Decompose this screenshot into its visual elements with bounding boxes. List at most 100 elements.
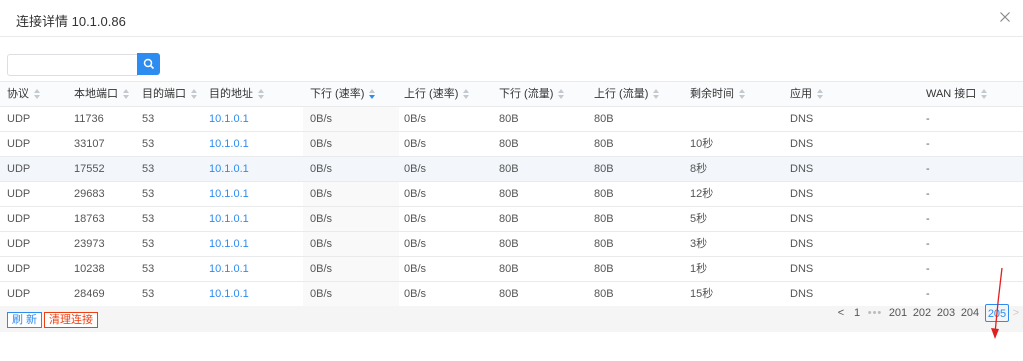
next-page-button[interactable]: > xyxy=(1011,304,1021,322)
search-icon xyxy=(143,58,154,70)
protocol-cell: UDP xyxy=(7,113,31,125)
down-rate-cell: 0B/s xyxy=(310,288,333,300)
column-header[interactable]: 剩余时间 xyxy=(690,82,746,107)
dest-port-cell: 53 xyxy=(142,238,155,250)
page-203[interactable]: 203 xyxy=(935,304,957,322)
down-traffic-cell: 80B xyxy=(499,263,519,275)
refresh-button[interactable]: 刷 新 xyxy=(7,312,43,328)
local-port-cell: 23973 xyxy=(74,238,105,250)
up-rate-cell: 0B/s xyxy=(404,138,427,150)
up-traffic-cell: 80B xyxy=(594,163,614,175)
protocol-cell: UDP xyxy=(7,213,31,225)
close-icon[interactable] xyxy=(997,9,1013,25)
column-header[interactable]: 应用 xyxy=(790,82,824,107)
remaining-time-cell: 12秒 xyxy=(690,188,714,200)
column-header[interactable]: 上行 (流量) xyxy=(594,82,660,107)
application-cell: DNS xyxy=(790,213,814,225)
column-header[interactable]: 本地端口 xyxy=(74,82,130,107)
up-rate-cell: 0B/s xyxy=(404,213,427,225)
column-header[interactable]: 目的地址 xyxy=(209,82,265,107)
up-traffic-cell: 80B xyxy=(594,238,614,250)
column-header[interactable]: 协议 xyxy=(7,82,41,107)
clear-connections-button[interactable]: 清理连接 xyxy=(44,312,98,328)
dest-address-cell[interactable]: 10.1.0.1 xyxy=(209,232,249,257)
up-traffic-cell: 80B xyxy=(594,138,614,150)
wan-interface-cell: - xyxy=(926,138,930,150)
down-rate-cell: 0B/s xyxy=(310,113,333,125)
dest-address-cell[interactable]: 10.1.0.1 xyxy=(209,132,249,157)
wan-interface-cell: - xyxy=(926,213,930,225)
down-traffic-cell: 80B xyxy=(499,163,519,175)
down-traffic-cell: 80B xyxy=(499,288,519,300)
page-201[interactable]: 201 xyxy=(887,304,909,322)
application-cell: DNS xyxy=(790,138,814,150)
down-rate-cell: 0B/s xyxy=(310,188,333,200)
page-ellipsis[interactable]: ••• xyxy=(866,304,884,322)
table-row: UDP 33107 53 10.1.0.1 0B/s 0B/s 80B 80B 10秒 DNS - xyxy=(0,132,1023,157)
sort-icon[interactable] xyxy=(463,89,470,100)
dest-port-cell: 53 xyxy=(142,213,155,225)
table-row: UDP 29683 53 10.1.0.1 0B/s 0B/s 80B 80B 12秒 DNS - xyxy=(0,182,1023,207)
remaining-time-cell: 3秒 xyxy=(690,238,708,250)
table-row: UDP 11736 53 10.1.0.1 0B/s 0B/s 80B 80B DNS - xyxy=(0,107,1023,132)
search-input[interactable] xyxy=(7,54,138,76)
sort-icon[interactable] xyxy=(739,89,746,100)
sort-icon[interactable] xyxy=(369,89,376,100)
up-traffic-cell: 80B xyxy=(594,213,614,225)
down-rate-cell: 0B/s xyxy=(310,138,333,150)
column-header[interactable]: 下行 (速率) xyxy=(310,82,376,107)
dest-address-cell[interactable]: 10.1.0.1 xyxy=(209,282,249,307)
sort-icon[interactable] xyxy=(653,89,660,100)
down-traffic-cell: 80B xyxy=(499,188,519,200)
sort-icon[interactable] xyxy=(817,89,824,100)
page-1[interactable]: 1 xyxy=(851,304,863,322)
up-traffic-cell: 80B xyxy=(594,188,614,200)
application-cell: DNS xyxy=(790,288,814,300)
up-rate-cell: 0B/s xyxy=(404,263,427,275)
application-cell: DNS xyxy=(790,188,814,200)
dest-address-cell[interactable]: 10.1.0.1 xyxy=(209,107,249,132)
dest-port-cell: 53 xyxy=(142,188,155,200)
column-header[interactable]: WAN 接口 xyxy=(926,82,988,107)
remaining-time-cell: 10秒 xyxy=(690,138,714,150)
sort-icon[interactable] xyxy=(123,89,130,100)
dest-port-cell: 53 xyxy=(142,288,155,300)
search-button[interactable] xyxy=(137,53,160,75)
column-header[interactable]: 目的端口 xyxy=(142,82,198,107)
local-port-cell: 10238 xyxy=(74,263,105,275)
local-port-cell: 11736 xyxy=(74,113,104,125)
dest-address-cell[interactable]: 10.1.0.1 xyxy=(209,207,249,232)
down-rate-cell: 0B/s xyxy=(310,163,333,175)
sort-icon[interactable] xyxy=(558,89,565,100)
prev-page-button[interactable]: < xyxy=(835,304,847,322)
protocol-cell: UDP xyxy=(7,188,31,200)
local-port-cell: 29683 xyxy=(74,188,105,200)
dest-address-cell[interactable]: 10.1.0.1 xyxy=(209,157,249,182)
connections-table: 协议 本地端口 目的端口 目的地址 下行 (速率) 上行 (速率) 下行 (流量… xyxy=(0,81,1023,307)
dest-port-cell: 53 xyxy=(142,163,155,175)
sort-icon[interactable] xyxy=(258,89,265,100)
dest-port-cell: 53 xyxy=(142,263,155,275)
page-205-current[interactable]: 205 xyxy=(985,304,1009,322)
local-port-cell: 28469 xyxy=(74,288,105,300)
application-cell: DNS xyxy=(790,113,814,125)
modal-header: 连接详情 10.1.0.86 xyxy=(0,0,1023,37)
wan-interface-cell: - xyxy=(926,163,930,175)
page-204[interactable]: 204 xyxy=(959,304,981,322)
up-rate-cell: 0B/s xyxy=(404,188,427,200)
down-traffic-cell: 80B xyxy=(499,138,519,150)
sort-icon[interactable] xyxy=(34,89,41,100)
table-header: 协议 本地端口 目的端口 目的地址 下行 (速率) 上行 (速率) 下行 (流量… xyxy=(0,82,1023,107)
dest-port-cell: 53 xyxy=(142,138,155,150)
dest-address-cell[interactable]: 10.1.0.1 xyxy=(209,182,249,207)
modal-title: 连接详情 10.1.0.86 xyxy=(16,14,126,29)
page-202[interactable]: 202 xyxy=(911,304,933,322)
column-header[interactable]: 上行 (速率) xyxy=(404,82,470,107)
down-traffic-cell: 80B xyxy=(499,113,519,125)
column-header[interactable]: 下行 (流量) xyxy=(499,82,565,107)
down-rate-cell: 0B/s xyxy=(310,263,333,275)
wan-interface-cell: - xyxy=(926,263,930,275)
sort-icon[interactable] xyxy=(191,89,198,100)
sort-icon[interactable] xyxy=(981,89,988,100)
dest-address-cell[interactable]: 10.1.0.1 xyxy=(209,257,249,282)
